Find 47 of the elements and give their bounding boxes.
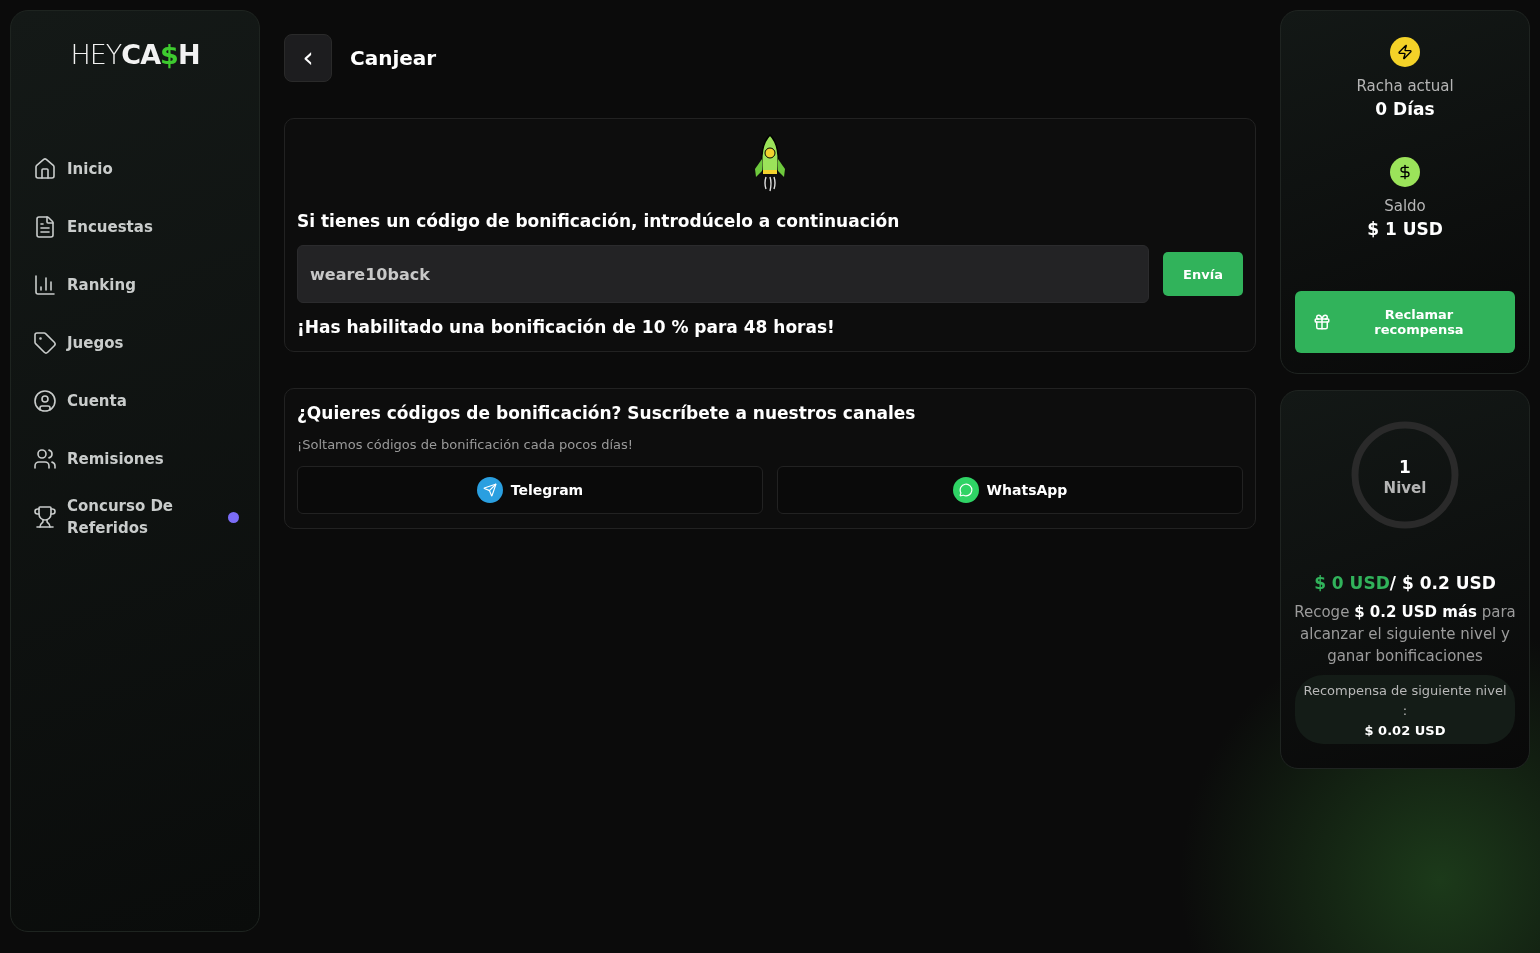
nav-item[interactable]: Cuenta — [33, 372, 239, 430]
nav-item[interactable]: Ranking — [33, 256, 239, 314]
reward-value: $ 0.02 USD — [1363, 723, 1447, 738]
page-title: Canjear — [350, 46, 437, 70]
back-button[interactable]: ‹ — [284, 34, 332, 82]
telegram-icon — [476, 477, 503, 503]
level-number: 1 — [1399, 457, 1411, 477]
gift-icon — [1313, 313, 1331, 331]
channel-button[interactable]: WhatsApp — [777, 466, 1243, 514]
document-icon — [33, 215, 57, 239]
user-icon — [33, 389, 57, 413]
nav-label: Cuenta — [67, 391, 128, 412]
success-message: ¡Has habilitado una bonificación de 10 % para 48 horas! — [297, 317, 836, 337]
nav-label: Encuestas — [67, 217, 154, 238]
nav-item[interactable]: Concurso De Referidos — [33, 488, 239, 546]
current-amount: $ 0 USD — [1314, 573, 1390, 593]
nav-label: Remisiones — [67, 449, 165, 470]
nav-item[interactable]: Juegos — [33, 314, 239, 372]
nav-item[interactable]: Remisiones — [33, 430, 239, 488]
reward-label: Recompensa de siguiente nivel : — [1303, 682, 1507, 720]
users-icon — [33, 447, 57, 471]
nav-label: Concurso De Referidos — [67, 496, 175, 539]
level-hint: Recoge $ 0.2 USD más para alcanzar el siguiente nivel y ganar bonificaciones — [1293, 602, 1517, 667]
streak-value: 0 Días — [1375, 99, 1435, 119]
channels-title: ¿Quieres códigos de bonificación? Suscríbete a nuestros canales — [297, 403, 917, 423]
nav-label: Juegos — [67, 333, 125, 354]
tag-icon — [33, 331, 57, 355]
code-field[interactable]: weare10back — [297, 245, 1149, 303]
nav-item[interactable]: Encuestas — [33, 198, 239, 256]
lightning-icon — [1390, 37, 1420, 67]
home-icon — [33, 157, 57, 181]
balance-label: Saldo — [1384, 197, 1426, 215]
bar-chart-icon — [33, 273, 57, 297]
nav-label: Ranking — [67, 275, 137, 296]
trophy-icon — [33, 505, 57, 529]
dollar-icon — [1390, 157, 1420, 187]
streak-label: Racha actual — [1356, 77, 1454, 95]
logo: HEYCA$H — [70, 39, 200, 70]
target-amount: / $ 0.2 USD — [1389, 573, 1496, 593]
whatsapp-icon — [952, 477, 979, 503]
balance-value: $ 1 USD — [1367, 219, 1443, 239]
channel-button[interactable]: Telegram — [297, 466, 763, 514]
prompt-text: Si tienes un código de bonificación, introdúcelo a continuación — [297, 211, 901, 231]
channels-subtitle: ¡Soltamos códigos de bonificación cada pocos días! — [297, 437, 634, 452]
nav-item[interactable]: Inicio — [33, 140, 239, 198]
nav-label: Inicio — [67, 159, 114, 180]
level-label: Nivel — [1383, 479, 1427, 497]
